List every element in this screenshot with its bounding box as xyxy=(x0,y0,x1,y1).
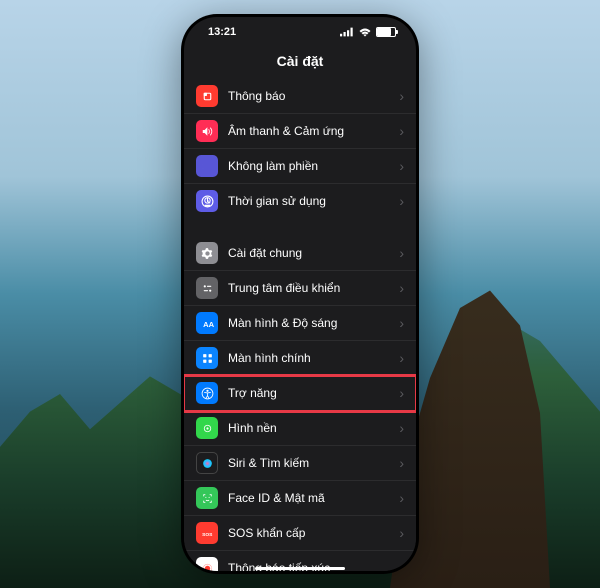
settings-row-face-id[interactable]: Face ID & Mật mã› xyxy=(184,481,416,516)
phone-screen: 13:21 Cài đặt Thông báo›Âm thanh & Cảm ứ… xyxy=(184,17,416,571)
page-title: Cài đặt xyxy=(184,47,416,79)
status-indicators xyxy=(340,27,396,37)
sos-icon: SOS xyxy=(196,522,218,544)
chevron-right-icon: › xyxy=(399,455,404,471)
battery-icon xyxy=(376,27,396,37)
settings-row-thoi-gian[interactable]: Thời gian sử dụng› xyxy=(184,184,416,218)
chevron-right-icon: › xyxy=(399,193,404,209)
row-label: Thời gian sử dụng xyxy=(228,194,399,208)
wallpaper-icon xyxy=(196,417,218,439)
row-label: Màn hình chính xyxy=(228,351,399,365)
row-label: Trợ năng xyxy=(228,386,399,400)
chevron-right-icon: › xyxy=(399,245,404,261)
screentime-icon xyxy=(196,190,218,212)
settings-row-thong-bao[interactable]: Thông báo› xyxy=(184,79,416,114)
siri-icon xyxy=(196,452,218,474)
phone-frame: 13:21 Cài đặt Thông báo›Âm thanh & Cảm ứ… xyxy=(181,14,419,574)
row-label: Hình nền xyxy=(228,421,399,435)
row-label: Siri & Tìm kiếm xyxy=(228,456,399,470)
control-icon xyxy=(196,277,218,299)
settings-row-cai-dat-chung[interactable]: Cài đặt chung› xyxy=(184,236,416,271)
signal-icon xyxy=(340,27,354,37)
row-label: Face ID & Mật mã xyxy=(228,491,399,505)
row-label: Không làm phiền xyxy=(228,159,399,173)
wifi-icon xyxy=(358,27,372,37)
settings-row-sos[interactable]: SOS SOS khẩn cấp› xyxy=(184,516,416,551)
settings-row-man-hinh-chinh[interactable]: Màn hình chính› xyxy=(184,341,416,376)
chevron-right-icon: › xyxy=(399,490,404,506)
settings-row-trung-tam[interactable]: Trung tâm điều khiển› xyxy=(184,271,416,306)
settings-row-man-hinh-sang[interactable]: AA Màn hình & Độ sáng› xyxy=(184,306,416,341)
chevron-right-icon: › xyxy=(399,88,404,104)
row-label: Trung tâm điều khiển xyxy=(228,281,399,295)
settings-row-tro-nang[interactable]: Trợ năng› xyxy=(184,376,416,411)
dnd-icon xyxy=(196,155,218,177)
chevron-right-icon: › xyxy=(399,385,404,401)
svg-text:AA: AA xyxy=(203,319,214,328)
sounds-icon xyxy=(196,120,218,142)
svg-text:SOS: SOS xyxy=(202,532,213,538)
general-icon xyxy=(196,242,218,264)
status-bar: 13:21 xyxy=(184,17,416,47)
chevron-right-icon: › xyxy=(399,350,404,366)
chevron-right-icon: › xyxy=(399,280,404,296)
row-label: Thông báo xyxy=(228,89,399,103)
settings-group: Thông báo›Âm thanh & Cảm ứng›Không làm p… xyxy=(184,79,416,218)
settings-row-khong-lam-phien[interactable]: Không làm phiền› xyxy=(184,149,416,184)
exposure-icon xyxy=(196,557,218,571)
settings-row-am-thanh[interactable]: Âm thanh & Cảm ứng› xyxy=(184,114,416,149)
accessibility-icon xyxy=(196,382,218,404)
settings-list[interactable]: Thông báo›Âm thanh & Cảm ứng›Không làm p… xyxy=(184,79,416,571)
home-icon xyxy=(196,347,218,369)
chevron-right-icon: › xyxy=(399,158,404,174)
faceid-icon xyxy=(196,487,218,509)
chevron-right-icon: › xyxy=(399,560,404,571)
chevron-right-icon: › xyxy=(399,525,404,541)
settings-group: Cài đặt chung›Trung tâm điều khiển›AAMàn… xyxy=(184,236,416,571)
display-icon: AA xyxy=(196,312,218,334)
home-indicator[interactable] xyxy=(255,567,345,570)
chevron-right-icon: › xyxy=(399,123,404,139)
status-time: 13:21 xyxy=(208,26,236,38)
row-label: Màn hình & Độ sáng xyxy=(228,316,399,330)
chevron-right-icon: › xyxy=(399,420,404,436)
settings-row-siri[interactable]: Siri & Tìm kiếm› xyxy=(184,446,416,481)
row-label: Âm thanh & Cảm ứng xyxy=(228,124,399,138)
chevron-right-icon: › xyxy=(399,315,404,331)
row-label: Cài đặt chung xyxy=(228,246,399,260)
notifications-icon xyxy=(196,85,218,107)
settings-row-hinh-nen[interactable]: Hình nền› xyxy=(184,411,416,446)
row-label: SOS khẩn cấp xyxy=(228,526,399,540)
